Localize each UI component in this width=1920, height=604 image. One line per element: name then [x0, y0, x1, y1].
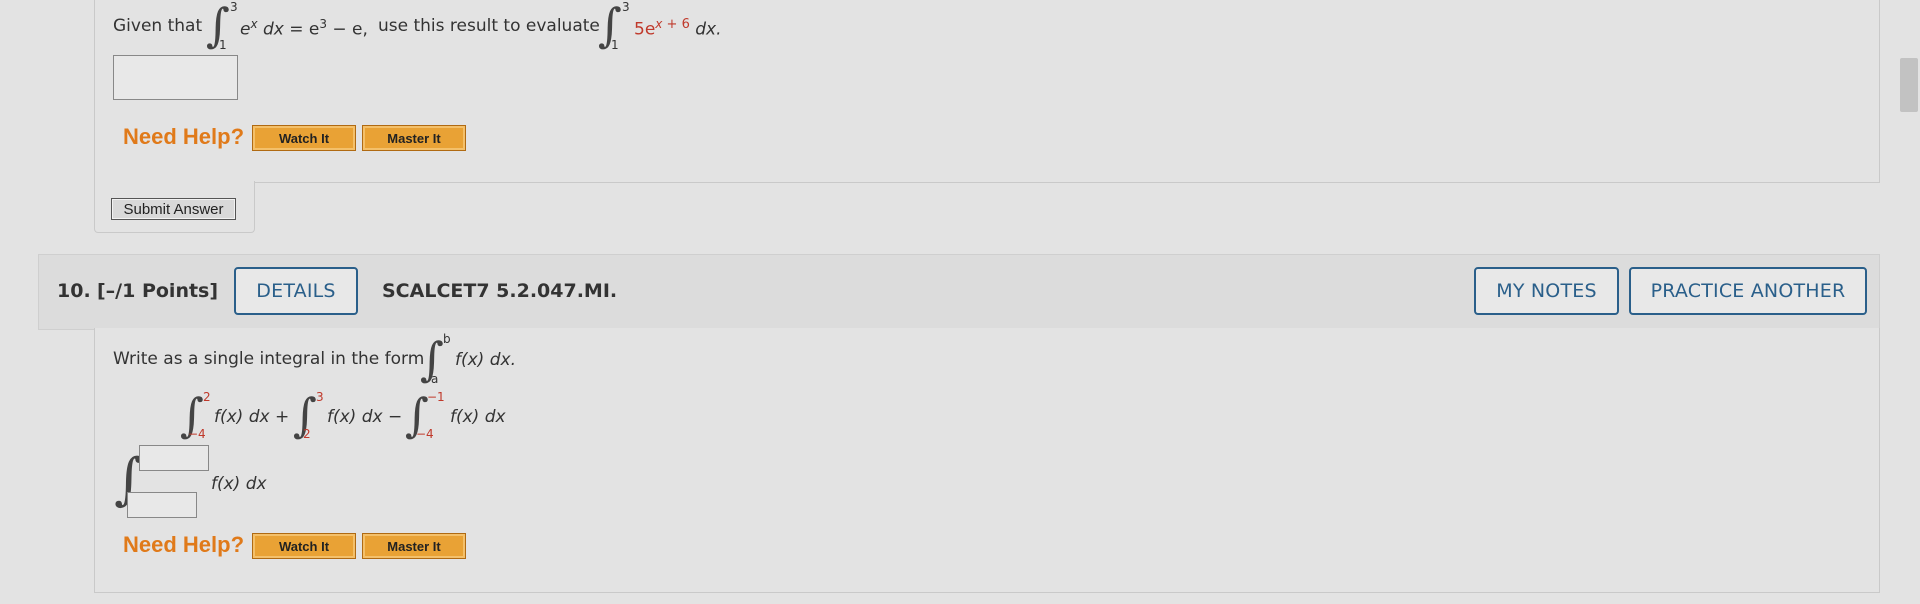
my-notes-button[interactable]: MY NOTES	[1474, 267, 1619, 315]
given-text: Given that	[113, 16, 203, 36]
integrand: f(x) dx −	[327, 407, 403, 427]
submit-answer-button[interactable]: Submit Answer	[111, 198, 236, 220]
lower-limit: 1	[219, 38, 227, 52]
use-result-text: use this result to evaluate	[378, 16, 600, 36]
lower-limit: a	[431, 372, 439, 386]
integrand: 5ex + 6 dx.	[634, 17, 722, 40]
integrand: ex dx = e3 − e,	[240, 17, 368, 40]
upper-limit: −1	[427, 390, 445, 404]
practice-another-button[interactable]: PRACTICE ANOTHER	[1629, 267, 1867, 315]
integrand: f(x) dx	[450, 407, 506, 427]
watch-it-button[interactable]: Watch It	[252, 533, 356, 559]
lower-limit-input[interactable]	[127, 492, 197, 518]
upper-limit: b	[443, 332, 451, 346]
lower-limit: −4	[188, 427, 206, 441]
integrand: f(x) dx.	[455, 350, 516, 370]
upper-limit: 2	[203, 390, 211, 404]
question-number: 10.	[57, 280, 91, 302]
master-it-button[interactable]: Master It	[362, 533, 466, 559]
scrollbar-thumb[interactable]	[1900, 58, 1918, 112]
question-code: SCALCET7 5.2.047.MI.	[382, 280, 618, 302]
answer-integrand: f(x) dx	[211, 474, 267, 494]
lower-limit: 1	[611, 38, 619, 52]
q9-answer-input[interactable]	[113, 55, 238, 100]
lower-limit: −4	[416, 427, 434, 441]
question-points: [–/1 Points]	[97, 280, 219, 302]
master-it-button[interactable]: Master It	[362, 125, 466, 151]
watch-it-button[interactable]: Watch It	[252, 125, 356, 151]
need-help-label: Need Help?	[123, 532, 245, 557]
upper-limit: 3	[230, 0, 238, 14]
details-button[interactable]: DETAILS	[234, 267, 358, 315]
upper-limit: 3	[622, 0, 630, 14]
upper-limit: 3	[316, 390, 324, 404]
need-help-label: Need Help?	[123, 124, 245, 149]
lower-limit: 2	[303, 427, 311, 441]
integrand: f(x) dx +	[214, 407, 290, 427]
question-prompt: Write as a single integral in the form	[113, 349, 425, 369]
upper-limit-input[interactable]	[139, 445, 209, 471]
